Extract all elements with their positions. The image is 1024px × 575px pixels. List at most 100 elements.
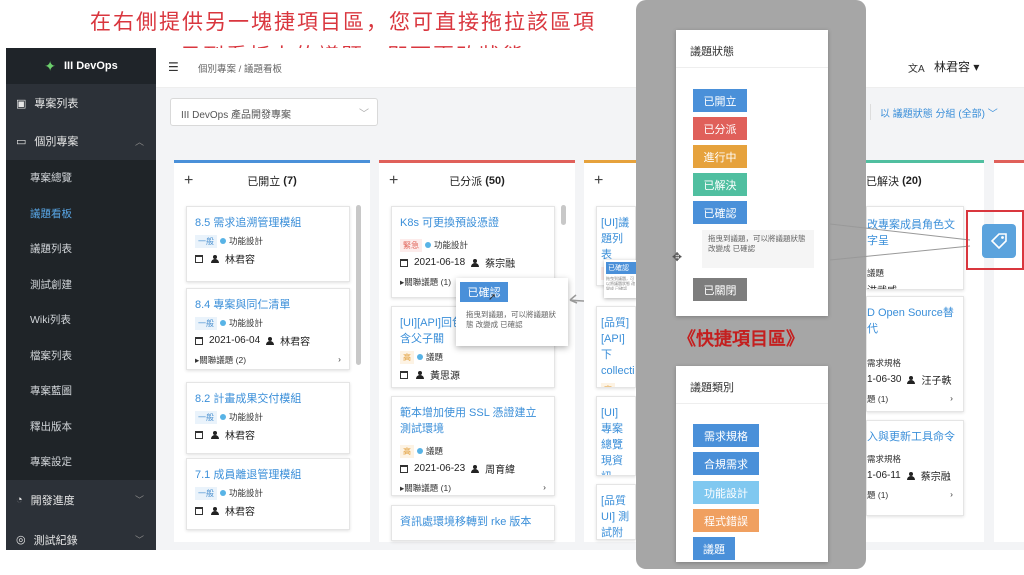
related-issues-toggle[interactable]: 題 (1) › (867, 489, 963, 501)
sidebar-item-board[interactable]: 議題看板 (6, 196, 156, 232)
type-chip-requirement[interactable]: 需求規格 (693, 424, 759, 447)
calendar-icon (400, 258, 408, 267)
quick-area-callout: 《快捷項目區》 (678, 329, 804, 350)
card-title[interactable]: D Open Source替代 (867, 305, 963, 337)
sidebar-item-issues[interactable]: 議題列表 (6, 231, 156, 267)
tag-icon-svg (990, 233, 1007, 250)
breadcrumb: 個別專案 / 議題看板 (198, 61, 282, 75)
related-label: 關聯議題 (2) (199, 355, 247, 365)
status-chip-open[interactable]: 已開立 (693, 89, 747, 112)
status-chip-closed[interactable]: 已關閉 (693, 278, 747, 301)
tag-icon[interactable] (982, 224, 1016, 258)
drag-tip: 拖曳到議題，可以將議題狀態 改變成 已確認 (460, 306, 564, 334)
card-title[interactable]: 範本增加使用 SSL 憑證建立測試環境 (400, 405, 546, 437)
category-dot (220, 238, 226, 244)
sidebar-group-progress[interactable]: ◔ 開發進度 ﹀ (6, 480, 156, 520)
scrollbar[interactable] (356, 205, 361, 365)
type-chip-bug[interactable]: 程式錯誤 (693, 509, 759, 532)
sidebar-item-files[interactable]: 檔案列表 (6, 338, 156, 374)
category-label: 議題 (426, 352, 444, 362)
issue-card[interactable]: [UI] 專案總覽現資訊 一般 (596, 396, 636, 476)
category-dot (220, 490, 226, 496)
issue-card[interactable]: 7.1 成員離退管理模組 一般 功能設計 林君容 (186, 458, 350, 530)
user-icon (211, 430, 219, 439)
project-select[interactable]: III DevOps 產品開發專案 ﹀ (170, 98, 378, 126)
assignee: 黃思源 (430, 371, 460, 382)
calendar-icon (400, 464, 408, 473)
sidebar-item-releases[interactable]: 釋出版本 (6, 409, 156, 445)
column-header: + (584, 163, 636, 199)
user-name: 林君容 (934, 60, 971, 74)
user-menu[interactable]: 林君容 ▾ (934, 58, 979, 75)
sidebar-item-test-create[interactable]: 測試創建 (6, 267, 156, 303)
calendar-icon (400, 370, 408, 379)
column-header: + 已開立 (7) (174, 163, 370, 199)
user-icon (907, 375, 916, 384)
sidebar-group-label: 專案列表 (34, 98, 79, 110)
add-issue-button[interactable]: + (389, 172, 398, 190)
user-icon (471, 258, 480, 267)
card-title[interactable]: [品質][API] 下collections (601, 315, 635, 379)
group-by-select[interactable]: 以 議題狀態 分組 (全部) ﹀ (880, 105, 998, 120)
sidebar-group-projects[interactable]: ▣ 專案列表 (6, 84, 156, 122)
sidebar-group-tests[interactable]: ◎ 測試紀錄 ﹀ (6, 520, 156, 551)
card-title[interactable]: K8s 可更換預設憑證 (400, 215, 546, 231)
card-title[interactable]: [品質UI] 測試附件進行調 (601, 493, 631, 539)
status-chip-resolved[interactable]: 已解決 (693, 173, 747, 196)
group-by-value: 以 議題狀態 分組 (全部) (880, 109, 985, 120)
issue-card[interactable]: 範本增加使用 SSL 憑證建立測試環境 高議題 2021-06-23 周育緯 ▸關… (391, 396, 555, 496)
language-icon[interactable]: 文A (908, 60, 925, 75)
status-chip-in-progress[interactable]: 進行中 (693, 145, 747, 168)
category-label: 功能設計 (229, 488, 264, 498)
card-title[interactable]: 8.5 需求追溯管理模組 (195, 215, 341, 231)
user-icon (416, 370, 424, 379)
calendar-icon (195, 430, 203, 439)
status-chip-assigned[interactable]: 已分派 (693, 117, 747, 140)
assignee: 蔡宗融 (485, 259, 516, 270)
add-issue-button[interactable]: + (594, 172, 603, 190)
category-label: 議題 (426, 446, 444, 456)
card-title[interactable]: [UI]議題列表 (601, 215, 631, 263)
chevron-up-icon: ︿ (134, 136, 144, 147)
menu-fold-icon[interactable]: ☰ (168, 60, 179, 74)
issue-card[interactable]: 8.4 專案與同仁清單 一般 功能設計 2021-06-04 林君容 ▸關聯議題 (… (186, 288, 350, 370)
app-logo[interactable]: ✦ III DevOps (6, 48, 156, 84)
due-date: 1-06-30 (867, 374, 902, 385)
issue-card[interactable]: [品質UI] 測試附件進行調 (596, 484, 636, 540)
card-title[interactable]: 8.4 專案與同仁清單 (195, 297, 341, 313)
card-title[interactable]: [UI] 專案總覽現資訊 (601, 405, 631, 475)
drag-status-chip: 已確認 (606, 262, 636, 274)
card-title[interactable]: 資訊處環境移轉到 rke 版本 (400, 514, 546, 530)
type-chip-issue[interactable]: 議題 (693, 537, 735, 560)
issue-card[interactable]: D Open Source替代 需求規格 1-06-30 汪子軼 題 (1) › (866, 296, 964, 412)
scrollbar[interactable] (561, 205, 566, 225)
category-label: 需求規格 (867, 358, 902, 368)
card-meta: 緊急 功能設計 (400, 239, 546, 252)
sidebar-item-roadmap[interactable]: 專案藍圖 (6, 373, 156, 409)
breadcrumb-item[interactable]: 個別專案 (198, 64, 236, 75)
type-chip-compliance[interactable]: 合規需求 (693, 452, 759, 475)
issue-card[interactable]: 資訊處環境移轉到 rke 版本 (391, 505, 555, 541)
issue-card[interactable]: [品質][API] 下collections 高 (596, 306, 636, 388)
sidebar-item-overview[interactable]: 專案總覽 (6, 160, 156, 196)
sidebar-group-label: 個別專案 (34, 136, 79, 148)
issue-card[interactable]: 8.5 需求追溯管理模組 一般 功能設計 林君容 (186, 206, 350, 282)
related-issues-toggle[interactable]: 題 (1) › (867, 393, 963, 405)
status-chip-confirmed[interactable]: 已確認 (693, 201, 747, 224)
issue-card[interactable]: 入與更新工具命令 需求規格 1-06-11 蔡宗融 題 (1) › (866, 420, 964, 516)
issue-card[interactable]: 8.2 計畫成果交付模組 一般 功能設計 林君容 (186, 382, 350, 454)
assignee: 林君容 (280, 337, 311, 348)
related-issues-toggle[interactable]: ▸關聯議題 (1) › (400, 482, 546, 494)
card-title[interactable]: 入與更新工具命令 (867, 429, 963, 445)
card-title[interactable]: 7.1 成員離退管理模組 (195, 467, 341, 483)
related-issues-toggle[interactable]: ▸關聯議題 (2) › (195, 354, 341, 366)
type-chip-feature-design[interactable]: 功能設計 (693, 481, 759, 504)
assignee: 林君容 (225, 507, 255, 518)
priority-tag: 高 (601, 383, 615, 387)
priority-tag: 一般 (195, 317, 217, 330)
card-title[interactable]: 8.2 計畫成果交付模組 (195, 391, 341, 407)
sidebar-item-settings[interactable]: 專案設定 (6, 444, 156, 480)
add-issue-button[interactable]: + (184, 172, 193, 190)
sidebar-group-project[interactable]: ▭ 個別專案 ︿ (6, 122, 156, 160)
sidebar-item-wiki[interactable]: Wiki列表 (6, 302, 156, 338)
